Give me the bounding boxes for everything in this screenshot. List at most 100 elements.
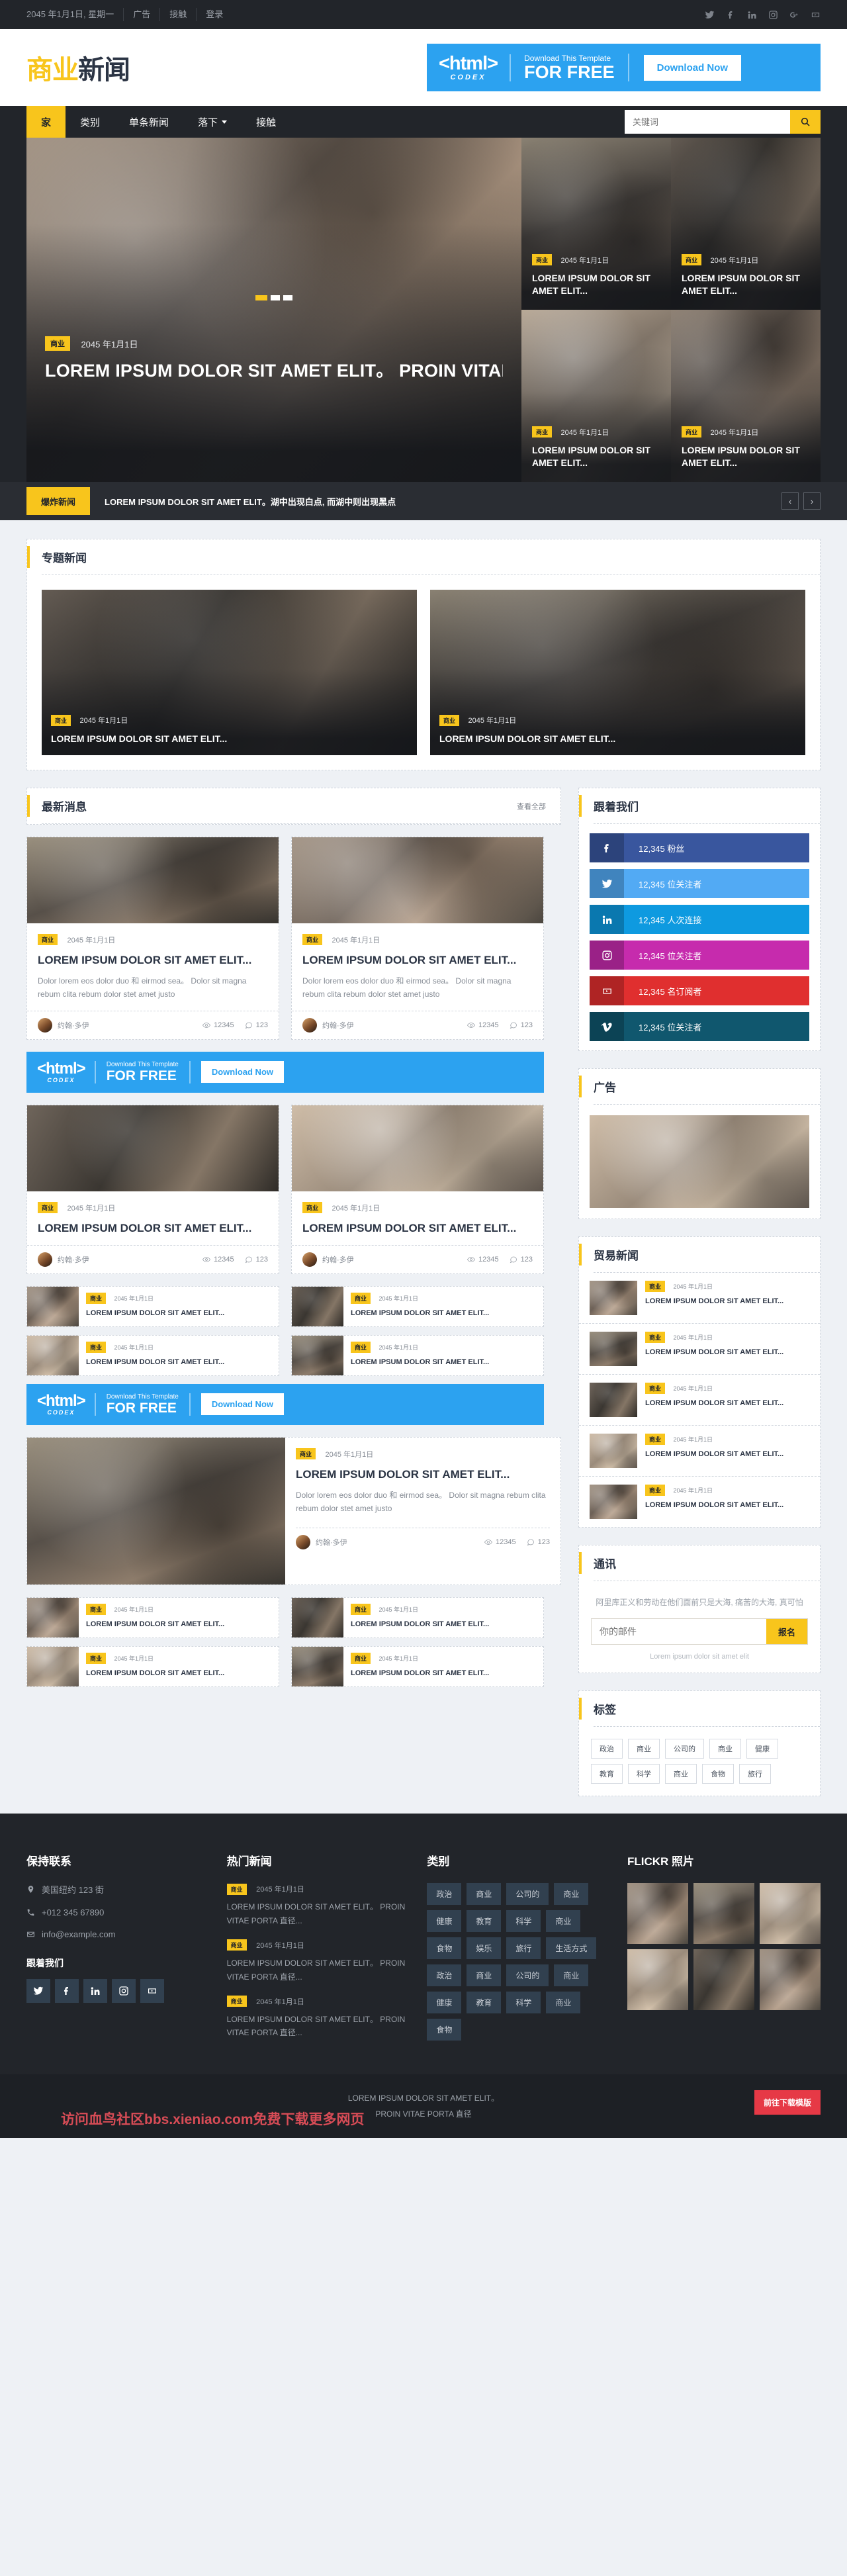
site-logo[interactable]: 商业新闻	[26, 48, 130, 87]
tag-item[interactable]: 商业	[709, 1739, 741, 1759]
hero-tile[interactable]: 商业 2045 年1月1日 LOREM IPSUM DOLOR SIT AMET…	[521, 310, 671, 482]
newsletter-submit-button[interactable]: 报名	[766, 1619, 807, 1645]
nav-item-home[interactable]: 家	[26, 106, 66, 138]
article-title[interactable]: LOREM IPSUM DOLOR SIT AMET ELIT...	[38, 953, 268, 968]
article-category-badge[interactable]: 商业	[38, 934, 58, 946]
breaking-prev-button[interactable]: ‹	[781, 492, 799, 510]
search-button[interactable]	[790, 110, 821, 134]
footer-category-item[interactable]: 公司的	[506, 1964, 549, 1987]
carousel-dot-3[interactable]	[283, 295, 292, 300]
list-item[interactable]: 商业 2045 年1月1日 LOREM IPSUM DOLOR SIT AMET…	[26, 1596, 279, 1638]
big-feature-title[interactable]: LOREM IPSUM DOLOR SIT AMET ELIT...	[296, 1467, 550, 1482]
article-author[interactable]: 约翰·多伊	[302, 1017, 354, 1033]
follow-facebook[interactable]: 12,345 粉丝	[590, 833, 809, 862]
list-item-category-badge[interactable]: 商业	[86, 1604, 107, 1616]
footer-category-item[interactable]: 旅行	[506, 1937, 541, 1960]
linkedin-icon[interactable]	[83, 1979, 107, 2003]
trade-news-item-title[interactable]: LOREM IPSUM DOLOR SIT AMET ELIT...	[645, 1348, 809, 1357]
hero-tile[interactable]: 商业 2045 年1月1日 LOREM IPSUM DOLOR SIT AMET…	[521, 138, 671, 310]
flickr-photo[interactable]	[760, 1883, 821, 1945]
article-author[interactable]: 约翰·多伊	[302, 1252, 354, 1267]
tag-item[interactable]: 健康	[746, 1739, 778, 1759]
nav-item-category[interactable]: 类别	[66, 106, 114, 138]
tile-category-badge[interactable]: 商业	[532, 426, 553, 438]
list-item[interactable]: 商业 2045 年1月1日 LOREM IPSUM DOLOR SIT AMET…	[291, 1645, 544, 1687]
footer-category-item[interactable]: 商业	[467, 1883, 502, 1906]
footer-category-item[interactable]: 食物	[427, 1937, 462, 1960]
carousel-dot-2[interactable]	[271, 295, 280, 300]
footer-popular-category-badge[interactable]: 商业	[226, 1883, 247, 1895]
header-ad-banner[interactable]: <html> CODEX Download This Template FOR …	[427, 44, 821, 91]
footer-category-item[interactable]: 政治	[427, 1964, 462, 1987]
list-item[interactable]: 商业 2045 年1月1日 LOREM IPSUM DOLOR SIT AMET…	[291, 1285, 544, 1327]
article-card[interactable]: 商业 2045 年1月1日 LOREM IPSUM DOLOR SIT AMET…	[291, 1104, 544, 1274]
trade-news-item[interactable]: 商业 2045 年1月1日 LOREM IPSUM DOLOR SIT AMET…	[579, 1273, 820, 1324]
nav-item-contact[interactable]: 接触	[242, 106, 290, 138]
article-card[interactable]: 商业 2045 年1月1日 LOREM IPSUM DOLOR SIT AMET…	[26, 837, 279, 1040]
footer-category-item[interactable]: 健康	[427, 1992, 462, 2014]
inline-ad-banner[interactable]: <html> CODEX Download This Template FOR …	[26, 1383, 544, 1425]
flickr-photo[interactable]	[760, 1949, 821, 2011]
list-item-title[interactable]: LOREM IPSUM DOLOR SIT AMET ELIT...	[351, 1357, 536, 1367]
youtube-icon[interactable]	[810, 9, 821, 20]
list-item-title[interactable]: LOREM IPSUM DOLOR SIT AMET ELIT...	[351, 1620, 536, 1629]
carousel-dot-1[interactable]	[255, 295, 267, 300]
nav-item-dropdown[interactable]: 落下	[183, 106, 242, 138]
footer-category-item[interactable]: 科学	[506, 1910, 541, 1933]
footer-popular-item[interactable]: 商业 2045 年1月1日 LOREM IPSUM DOLOR SIT AMET…	[226, 1939, 410, 1984]
footer-category-item[interactable]: 科学	[506, 1992, 541, 2014]
footer-category-item[interactable]: 商业	[546, 1992, 581, 2014]
footer-category-item[interactable]: 生活方式	[546, 1937, 597, 1960]
footer-popular-category-badge[interactable]: 商业	[226, 1939, 247, 1951]
twitter-icon[interactable]	[704, 9, 715, 20]
list-item-title[interactable]: LOREM IPSUM DOLOR SIT AMET ELIT...	[86, 1309, 271, 1318]
ad-download-button[interactable]: Download Now	[201, 1061, 285, 1083]
tile-title[interactable]: LOREM IPSUM DOLOR SIT AMET ELIT...	[682, 444, 810, 469]
list-item-category-badge[interactable]: 商业	[351, 1604, 371, 1616]
list-item-category-badge[interactable]: 商业	[351, 1342, 371, 1354]
ad-download-button[interactable]: Download Now	[201, 1393, 285, 1416]
top-link-login[interactable]: 登录	[197, 8, 232, 21]
footer-category-item[interactable]: 健康	[427, 1910, 462, 1933]
trade-news-item-title[interactable]: LOREM IPSUM DOLOR SIT AMET ELIT...	[645, 1297, 809, 1307]
top-link-contact[interactable]: 接触	[160, 8, 197, 21]
hero-tile[interactable]: 商业 2045 年1月1日 LOREM IPSUM DOLOR SIT AMET…	[671, 310, 821, 482]
inline-ad-banner[interactable]: <html> CODEX Download This Template FOR …	[26, 1051, 544, 1093]
follow-twitter[interactable]: 12,345 位关注者	[590, 869, 809, 898]
article-card[interactable]: 商业 2045 年1月1日 LOREM IPSUM DOLOR SIT AMET…	[291, 837, 544, 1040]
featured-category-badge[interactable]: 商业	[439, 714, 460, 726]
latest-news-view-all[interactable]: 查看全部	[517, 801, 546, 811]
flickr-photo[interactable]	[627, 1949, 689, 2011]
article-title[interactable]: LOREM IPSUM DOLOR SIT AMET ELIT...	[302, 1221, 533, 1236]
article-author[interactable]: 约翰·多伊	[38, 1252, 89, 1267]
footer-popular-item[interactable]: 商业 2045 年1月1日 LOREM IPSUM DOLOR SIT AMET…	[226, 1883, 410, 1927]
trade-news-item[interactable]: 商业 2045 年1月1日 LOREM IPSUM DOLOR SIT AMET…	[579, 1375, 820, 1426]
footer-category-item[interactable]: 商业	[467, 1964, 502, 1987]
hero-tile[interactable]: 商业 2045 年1月1日 LOREM IPSUM DOLOR SIT AMET…	[671, 138, 821, 310]
flickr-photo[interactable]	[693, 1883, 755, 1945]
trade-news-item-title[interactable]: LOREM IPSUM DOLOR SIT AMET ELIT...	[645, 1449, 809, 1459]
featured-item[interactable]: 商业 2045 年1月1日 LOREM IPSUM DOLOR SIT AMET…	[42, 590, 417, 755]
footer-category-item[interactable]: 商业	[546, 1910, 581, 1933]
tag-item[interactable]: 教育	[591, 1764, 623, 1784]
tag-item[interactable]: 科学	[628, 1764, 660, 1784]
newsletter-email-input[interactable]	[592, 1619, 766, 1645]
article-card[interactable]: 商业 2045 年1月1日 LOREM IPSUM DOLOR SIT AMET…	[26, 1104, 279, 1274]
featured-category-badge[interactable]: 商业	[51, 714, 71, 726]
trade-news-category-badge[interactable]: 商业	[645, 1485, 666, 1496]
tag-item[interactable]: 旅行	[739, 1764, 771, 1784]
follow-linkedin[interactable]: 12,345 人次连接	[590, 905, 809, 934]
list-item-title[interactable]: LOREM IPSUM DOLOR SIT AMET ELIT...	[351, 1309, 536, 1318]
hero-category-badge[interactable]: 商业	[45, 336, 70, 351]
top-link-advertise[interactable]: 广告	[124, 8, 161, 21]
article-category-badge[interactable]: 商业	[302, 1202, 323, 1214]
list-item-title[interactable]: LOREM IPSUM DOLOR SIT AMET ELIT...	[86, 1669, 271, 1678]
tag-item[interactable]: 商业	[628, 1739, 660, 1759]
footer-popular-category-badge[interactable]: 商业	[226, 1996, 247, 2007]
article-category-badge[interactable]: 商业	[302, 934, 323, 946]
download-template-badge[interactable]: 前往下载模版	[754, 2090, 821, 2115]
hero-main-slide[interactable]: 商业 2045 年1月1日 LOREM IPSUM DOLOR SIT AMET…	[26, 138, 521, 482]
breaking-news-text[interactable]: LOREM IPSUM DOLOR SIT AMET ELIT。湖中出现白点, …	[90, 495, 781, 508]
trade-news-category-badge[interactable]: 商业	[645, 1434, 666, 1446]
featured-title-text[interactable]: LOREM IPSUM DOLOR SIT AMET ELIT...	[51, 733, 408, 745]
